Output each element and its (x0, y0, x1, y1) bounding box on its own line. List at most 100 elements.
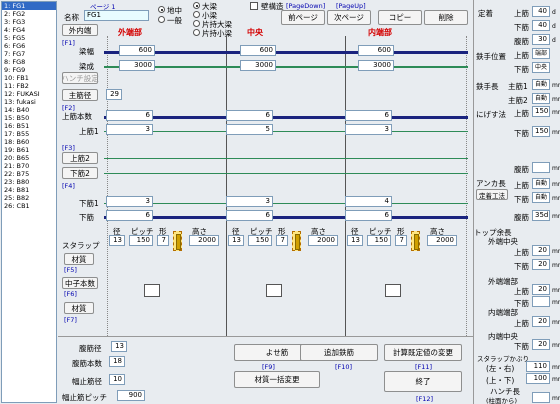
offset-top-input[interactable]: 150 (532, 106, 550, 117)
list-item[interactable]: 9: FG9 (2, 66, 56, 74)
offset-bottom-input[interactable]: 150 (532, 126, 550, 137)
inner-tie-box[interactable] (385, 284, 401, 297)
radio-cant-girder[interactable] (193, 20, 200, 27)
cover-lr-input[interactable]: 110 (526, 361, 550, 372)
delete-button[interactable]: 削除 (424, 10, 468, 25)
stop-dia-input[interactable]: 10 (109, 374, 125, 385)
list-item[interactable]: 22: B75 (2, 170, 56, 178)
center-top-count-input[interactable]: 6 (226, 110, 273, 121)
radio-general[interactable] (158, 16, 165, 23)
copy-button[interactable]: コピー (378, 10, 422, 25)
material-bulk-button[interactable]: 材質一括変更 (234, 371, 320, 388)
list-item[interactable]: 24: B81 (2, 186, 56, 194)
ic-bottom-input[interactable]: 20 (532, 339, 550, 350)
tie-material-button[interactable]: 材質 (64, 302, 94, 314)
radio-cant-beam[interactable] (193, 29, 200, 36)
outer-top-count-input[interactable]: 6 (106, 110, 153, 121)
oc-bottom-input[interactable]: 20 (532, 259, 550, 270)
anchor-bottom-input[interactable]: 40 (532, 20, 550, 31)
haunch-length-input[interactable] (532, 392, 550, 403)
outer-stirrup-height-input[interactable]: 2000 (189, 235, 219, 246)
list-item[interactable]: 2: FG2 (2, 10, 56, 18)
center-width-input[interactable]: 600 (240, 45, 276, 56)
outer-depth-input[interactable]: 3000 (119, 60, 155, 71)
top2-button[interactable]: 上筋2 (62, 152, 98, 164)
list-item[interactable]: 25: B82 (2, 194, 56, 202)
inner-top-count-input[interactable]: 6 (345, 110, 392, 121)
exit-button[interactable]: 終了 (384, 371, 462, 392)
outer-stirrup-dia-input[interactable]: 13 (109, 235, 125, 246)
anchor-top-input[interactable]: 40 (532, 6, 550, 17)
list-item[interactable]: 8: FG8 (2, 58, 56, 66)
inner-stirrup-dia-input[interactable]: 13 (347, 235, 363, 246)
main-bar-dia-button[interactable]: 主筋径 (62, 89, 98, 101)
next-page-button[interactable]: 次ページ (327, 10, 371, 25)
center-bottom-input[interactable]: 6 (226, 210, 273, 221)
haunch-settings-button[interactable]: ハンチ設定 (61, 72, 99, 84)
wall-structure-checkbox[interactable] (250, 2, 258, 10)
list-item[interactable]: 15: B50 (2, 114, 56, 122)
splice-bottom-select[interactable]: 中央 (532, 62, 550, 73)
outer-stirrup-shape-input[interactable]: 7 (157, 235, 169, 246)
outer-stirrup-pitch-input[interactable]: 150 (129, 235, 153, 246)
offset-rib-input[interactable] (532, 162, 550, 173)
prev-page-button[interactable]: 前ページ (281, 10, 325, 25)
outer-stirrup-shape-icon[interactable] (173, 231, 182, 251)
list-item[interactable]: 21: B70 (2, 162, 56, 170)
list-item[interactable]: 11: FB2 (2, 82, 56, 90)
name-field[interactable]: FG1 (84, 10, 149, 21)
list-item[interactable]: 4: FG4 (2, 26, 56, 34)
list-item[interactable]: 5: FG5 (2, 34, 56, 42)
outer-bottom1-input[interactable]: 3 (106, 196, 153, 207)
anchor-rib-input[interactable]: 30 (532, 34, 550, 45)
stop-pitch-input[interactable]: 900 (117, 390, 145, 401)
splice-main1-input[interactable]: 自動 (532, 79, 550, 90)
center-stirrup-pitch-input[interactable]: 150 (248, 235, 272, 246)
outer-bottom-input[interactable]: 6 (106, 210, 153, 221)
center-tie-count-button[interactable]: 中子本数 (62, 277, 98, 289)
ie-top-input[interactable]: 20 (532, 316, 550, 327)
calc-default-button[interactable]: 計算既定値の変更 (384, 344, 462, 361)
list-item[interactable]: 12: FUKASI (2, 90, 56, 98)
center-depth-input[interactable]: 3000 (240, 60, 276, 71)
inner-bottom-input[interactable]: 6 (345, 210, 392, 221)
al-rib-input[interactable]: 35d (532, 210, 550, 221)
list-item[interactable]: 18: B60 (2, 138, 56, 146)
center-stirrup-shape-input[interactable]: 7 (276, 235, 288, 246)
oc-top-input[interactable]: 20 (532, 245, 550, 256)
rib-dia-input[interactable]: 13 (111, 341, 127, 352)
bottom2-button[interactable]: 下筋2 (62, 167, 98, 179)
inner-stirrup-pitch-input[interactable]: 150 (367, 235, 391, 246)
list-item[interactable]: 1: FG1 (2, 2, 56, 10)
inner-width-input[interactable]: 600 (358, 45, 394, 56)
radio-girder[interactable] (193, 2, 200, 9)
center-tie-box[interactable] (266, 284, 282, 297)
oe-top-input[interactable]: 20 (532, 284, 550, 295)
inner-stirrup-shape-icon[interactable] (411, 231, 420, 251)
beam-list[interactable]: 1: FG1 2: FG2 3: FG3 4: FG4 5: FG5 6: FG6 7: F… (1, 1, 57, 403)
cover-ud-input[interactable]: 100 (526, 373, 550, 384)
list-item[interactable]: 6: FG6 (2, 42, 56, 50)
outer-top1-input[interactable]: 3 (106, 124, 153, 135)
inner-bottom1-input[interactable]: 4 (345, 196, 392, 207)
stirrup-material-button[interactable]: 材質 (64, 253, 94, 265)
center-top1-input[interactable]: 5 (226, 124, 273, 135)
rib-count-input[interactable]: 18 (109, 356, 125, 367)
list-item[interactable]: 14: B40 (2, 106, 56, 114)
list-item[interactable]: 16: B51 (2, 122, 56, 130)
inner-top1-input[interactable]: 3 (345, 124, 392, 135)
list-item[interactable]: 13: fukasi (2, 98, 56, 106)
al-top-input[interactable]: 自動 (532, 178, 550, 189)
center-stirrup-height-input[interactable]: 2000 (308, 235, 338, 246)
oe-bottom-input[interactable] (532, 296, 550, 307)
center-stirrup-dia-input[interactable]: 13 (228, 235, 244, 246)
al-bottom-input[interactable]: 自動 (532, 192, 550, 203)
inner-outer-button[interactable]: 外内端 (62, 24, 98, 36)
inner-depth-input[interactable]: 3000 (358, 60, 394, 71)
inner-stirrup-height-input[interactable]: 2000 (427, 235, 457, 246)
splice-top-select[interactable]: 端部 (532, 48, 550, 59)
list-item[interactable]: 17: B55 (2, 130, 56, 138)
main-bar-dia-input[interactable]: 29 (106, 89, 122, 100)
list-item[interactable]: 23: B80 (2, 178, 56, 186)
splice-main2-input[interactable]: 自動 (532, 93, 550, 104)
